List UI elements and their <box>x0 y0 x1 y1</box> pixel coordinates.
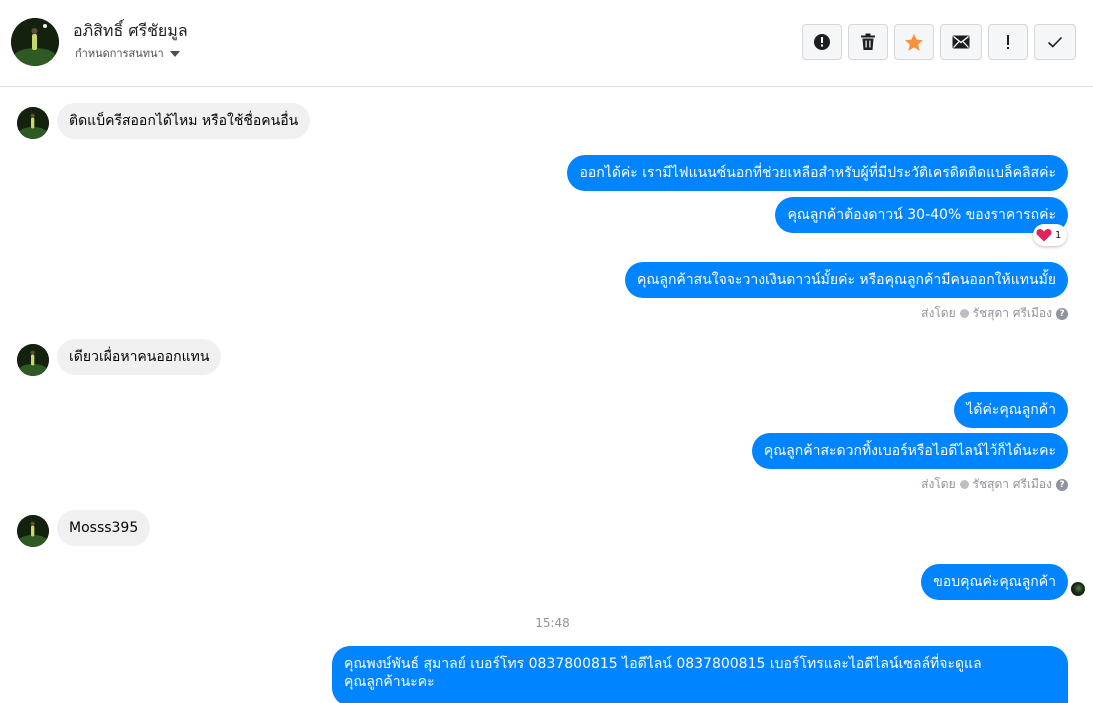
follow-up-button[interactable] <box>988 24 1028 60</box>
help-icon[interactable]: ? <box>1056 307 1068 320</box>
checkmark-icon <box>1047 36 1063 48</box>
caret-down-icon <box>169 50 180 57</box>
outgoing-message-line: คุณพงษ์พันธ์ สุมาลย์ เบอร์โทร 0837800815… <box>344 656 982 672</box>
outgoing-message[interactable]: คุณลูกค้าสนใจจะวางเงินดาวน์มั้ยค่ะ หรือค… <box>625 262 1068 298</box>
sent-by-name[interactable]: รัชสุดา ศรีเมือง <box>973 475 1052 494</box>
avatar-photo-icon <box>11 18 59 66</box>
sent-by-label: ส่งโดย <box>921 306 956 320</box>
verified-check-icon <box>959 480 969 489</box>
help-icon[interactable]: ? <box>1056 478 1068 491</box>
verified-check-icon <box>959 309 969 318</box>
mark-unread-button[interactable] <box>940 24 982 60</box>
trash-icon <box>861 33 875 50</box>
exclamation-icon <box>1007 35 1009 49</box>
avatar-photo-icon <box>17 344 49 376</box>
reaction-count: 1 <box>1055 229 1062 241</box>
sent-by-info: ส่งโดย รัชสุดา ศรีเมือง ? <box>921 304 1068 323</box>
outgoing-message[interactable]: ขอบคุณค่ะคุณลูกค้า <box>921 564 1068 600</box>
outgoing-message[interactable]: ออกได้ค่ะ เรามีไฟแนนซ์นอกที่ช่วยเหลือสำห… <box>567 155 1068 191</box>
avatar-photo-icon <box>17 515 49 547</box>
avatar-photo-icon <box>17 107 49 139</box>
outgoing-message[interactable]: คุณพงษ์พันธ์ สุมาลย์ เบอร์โทร 0837800815… <box>332 646 1068 703</box>
sent-by-name[interactable]: รัชสุดา ศรีเมือง <box>973 304 1052 323</box>
incoming-message[interactable]: เดียวเผื่อหาคนออกแทน <box>57 339 222 375</box>
sender-avatar[interactable] <box>17 107 49 139</box>
outgoing-message[interactable]: คุณลูกค้าต้องดาวน์ 30-40% ของราคารถค่ะ <box>775 197 1068 233</box>
conversation-window: อภิสิทธิ์ ศรีชัยมูล กำหนดการสนทนา ติดแบ็… <box>0 0 1093 703</box>
spam-button[interactable] <box>802 24 842 60</box>
contact-avatar[interactable] <box>11 18 59 66</box>
done-button[interactable] <box>1034 24 1076 60</box>
message-reaction[interactable]: 1 <box>1033 224 1068 246</box>
delete-button[interactable] <box>848 24 888 60</box>
conversation-settings-dropdown[interactable]: กำหนดการสนทนา <box>75 44 180 62</box>
star-icon <box>905 33 923 51</box>
conversation-toolbar <box>802 24 1076 60</box>
sent-by-label: ส่งโดย <box>921 477 956 491</box>
message-timestamp: 15:48 <box>535 616 570 630</box>
outgoing-message-line: คุณลูกค้านะคะ <box>344 674 435 690</box>
contact-name[interactable]: อภิสิทธิ์ ศรีชัยมูล <box>73 19 188 44</box>
star-button[interactable] <box>894 24 934 60</box>
conversation-settings-label: กำหนดการสนทนา <box>75 47 164 60</box>
seen-indicator-avatar <box>1071 582 1085 596</box>
outgoing-message[interactable]: ได้ค่ะคุณลูกค้า <box>954 392 1068 428</box>
conversation-header: อภิสิทธิ์ ศรีชัยมูล กำหนดการสนทนา <box>0 0 1093 87</box>
sender-avatar[interactable] <box>17 515 49 547</box>
sender-avatar[interactable] <box>17 344 49 376</box>
outgoing-message[interactable]: คุณลูกค้าสะดวกทิ้งเบอร์หรือไอดีไลน์ไว้ก็… <box>751 433 1068 469</box>
sent-by-info: ส่งโดย รัชสุดา ศรีเมือง ? <box>921 475 1068 494</box>
alert-circle-icon <box>814 34 830 50</box>
incoming-message[interactable]: ติดแบ็ครีสออกได้ไหม หรือใช้ชื่อคนอื่น <box>57 103 311 139</box>
envelope-icon <box>952 35 970 49</box>
incoming-message[interactable]: Mosss395 <box>57 510 151 546</box>
heart-icon <box>1036 229 1052 242</box>
